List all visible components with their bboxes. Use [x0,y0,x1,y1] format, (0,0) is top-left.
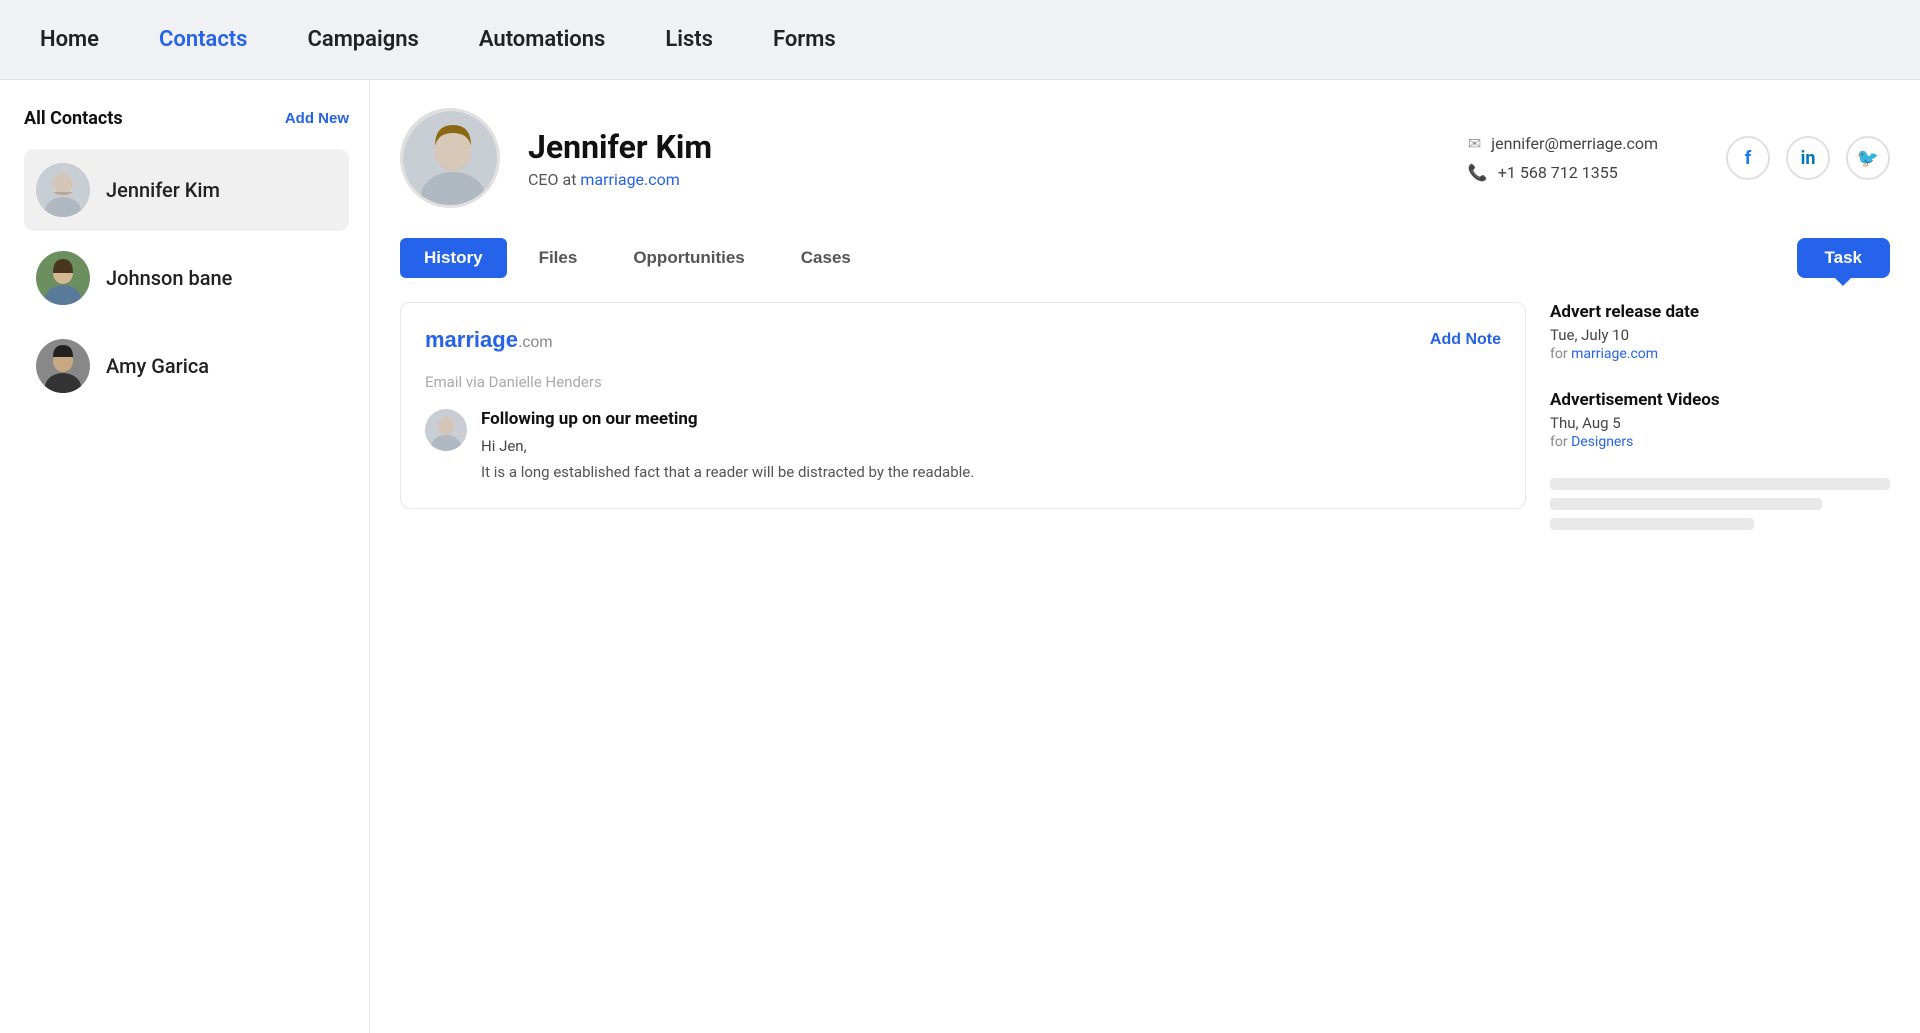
task-label-videos: Advertisement Videos [1550,390,1890,410]
nav-forms[interactable]: Forms [773,19,836,60]
history-card: marriage.com Add Note Email via Danielle… [400,302,1526,509]
main-column: marriage.com Add Note Email via Danielle… [400,302,1526,538]
task-date-videos: Thu, Aug 5 [1550,414,1890,432]
phone-value: +1 568 712 1355 [1498,163,1618,182]
task-button[interactable]: Task [1797,238,1891,278]
contact-item-johnson[interactable]: Johnson bane [24,237,349,319]
facebook-icon[interactable]: f [1726,136,1770,180]
add-note-button[interactable]: Add Note [1430,331,1501,349]
email-icon: ✉ [1468,134,1481,153]
task-label-advert: Advert release date [1550,302,1890,322]
skeleton-line-1 [1550,478,1890,490]
thread-greeting: Hi Jen, [481,437,974,455]
profile-contact-info: ✉ jennifer@merriage.com 📞 +1 568 712 135… [1468,134,1658,182]
thread-avatar [425,409,467,451]
skeleton-line-2 [1550,498,1822,510]
email-via: Email via Danielle Henders [425,373,1501,391]
nav-campaigns[interactable]: Campaigns [308,19,419,60]
task-item-advert: Advert release date Tue, July 10 for mar… [1550,302,1890,362]
linkedin-icon[interactable]: in [1786,136,1830,180]
skeleton-line-3 [1550,518,1754,530]
task-date-advert: Tue, July 10 [1550,326,1890,344]
marriage-logo: marriage.com [425,327,553,353]
email-detail: ✉ jennifer@merriage.com [1468,134,1658,153]
contact-name-amy: Amy Garica [106,354,209,378]
tab-cases[interactable]: Cases [777,238,875,278]
add-new-button[interactable]: Add New [285,110,349,127]
phone-detail: 📞 +1 568 712 1355 [1468,163,1658,182]
nav-automations[interactable]: Automations [479,19,606,60]
sidebar-title: All Contacts [24,108,123,129]
task-for-videos: for Designers [1550,434,1890,450]
sidebar-header: All Contacts Add New [24,108,349,129]
avatar-jennifer [36,163,90,217]
contact-name-johnson: Johnson bane [106,266,232,290]
twitter-icon[interactable]: 🐦 [1846,136,1890,180]
nav-contacts[interactable]: Contacts [159,19,248,60]
company-link[interactable]: marriage.com [580,170,679,189]
task-for-advert: for marriage.com [1550,346,1890,362]
nav-lists[interactable]: Lists [665,19,713,60]
tab-history[interactable]: History [400,238,507,278]
right-column: Advert release date Tue, July 10 for mar… [1550,302,1890,538]
email-thread: Following up on our meeting Hi Jen, It i… [425,409,1501,484]
sidebar: All Contacts Add New Jennifer Kim [0,80,370,1033]
profile-name: Jennifer Kim [528,128,1400,166]
profile-avatar [400,108,500,208]
contact-item-jennifer[interactable]: Jennifer Kim [24,149,349,231]
contact-item-amy[interactable]: Amy Garica [24,325,349,407]
thread-body: It is a long established fact that a rea… [481,461,974,484]
tab-opportunities[interactable]: Opportunities [609,238,768,278]
social-icons: f in 🐦 [1726,136,1890,180]
tab-files[interactable]: Files [515,238,602,278]
thread-content: Following up on our meeting Hi Jen, It i… [481,409,974,484]
history-card-header: marriage.com Add Note [425,327,1501,353]
email-value: jennifer@merriage.com [1491,134,1658,153]
thread-subject: Following up on our meeting [481,409,974,429]
task-link-advert[interactable]: marriage.com [1571,346,1658,362]
contact-name-jennifer: Jennifer Kim [106,178,220,202]
top-navigation: Home Contacts Campaigns Automations List… [0,0,1920,80]
content-area: Jennifer Kim CEO at marriage.com ✉ jenni… [370,80,1920,1033]
profile-info: Jennifer Kim CEO at marriage.com [528,128,1400,189]
task-item-videos: Advertisement Videos Thu, Aug 5 for Desi… [1550,390,1890,450]
phone-icon: 📞 [1468,163,1488,182]
nav-home[interactable]: Home [40,19,99,60]
profile-role: CEO at marriage.com [528,170,1400,189]
tabs-row: History Files Opportunities Cases Task [400,238,1890,278]
avatar-amy [36,339,90,393]
main-layout: All Contacts Add New Jennifer Kim [0,80,1920,1033]
content-columns: marriage.com Add Note Email via Danielle… [400,302,1890,538]
avatar-johnson [36,251,90,305]
task-link-videos[interactable]: Designers [1571,434,1633,450]
profile-header: Jennifer Kim CEO at marriage.com ✉ jenni… [400,108,1890,208]
